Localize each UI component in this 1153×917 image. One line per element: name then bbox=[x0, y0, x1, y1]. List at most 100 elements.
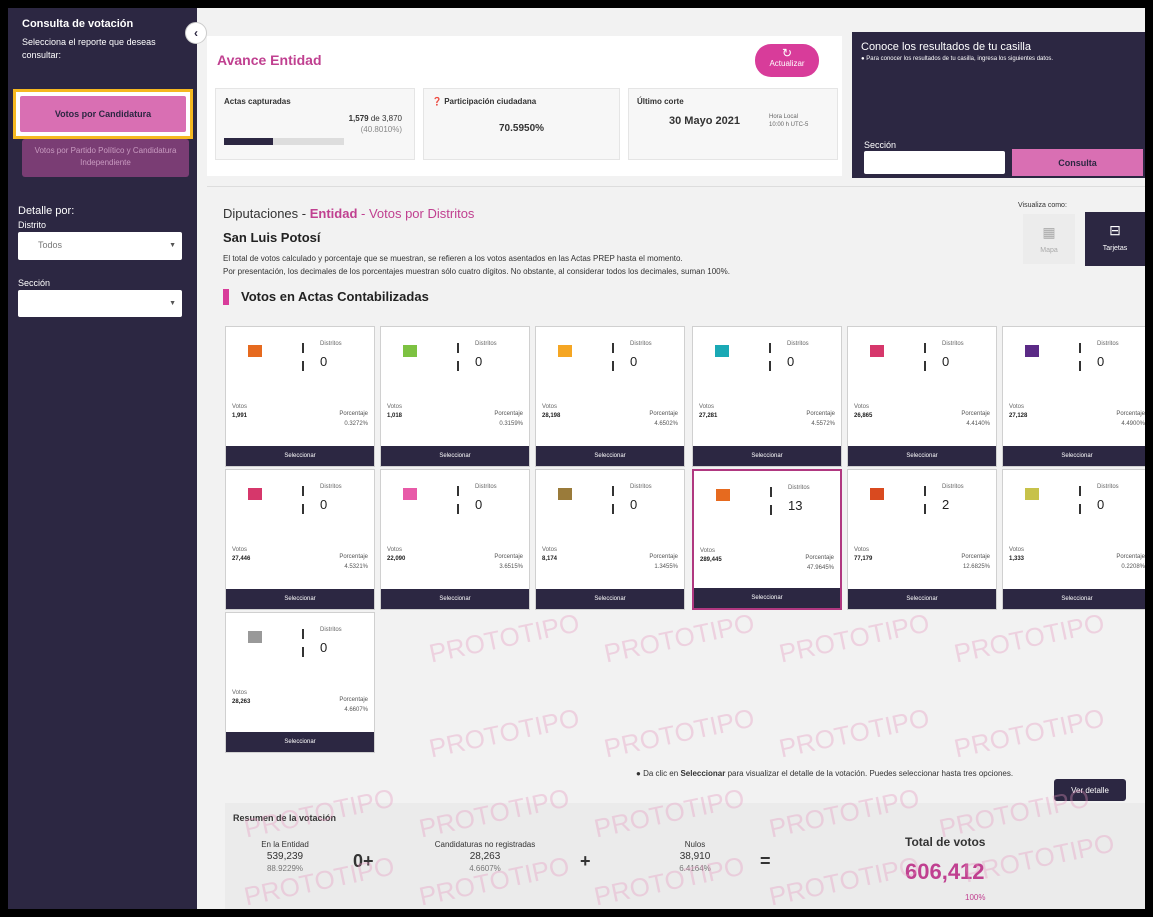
porcentaje-value: 1.3455% bbox=[654, 564, 678, 570]
candidate-card: Distritos 0 Votos 1,991 Porcentaje 0.3272% Sel… bbox=[225, 326, 375, 467]
seccion-select[interactable]: ▼ bbox=[18, 290, 182, 317]
distritos-value: 0 bbox=[942, 354, 950, 369]
total-value: 606,412 bbox=[905, 859, 985, 884]
chevron-left-icon: ‹ bbox=[194, 26, 198, 40]
info-a: Da clic en bbox=[643, 769, 679, 778]
party-logo-icon bbox=[1025, 488, 1039, 500]
votos-label: Votos bbox=[387, 547, 403, 553]
votos-value: 22,090 bbox=[387, 556, 406, 562]
distritos-value: 0 bbox=[1097, 354, 1105, 369]
party-logo-icon bbox=[403, 488, 417, 500]
seleccionar-button[interactable]: Seleccionar bbox=[1003, 589, 1145, 609]
participacion-box: ❓ Participación ciudadana 70.5950% bbox=[423, 88, 620, 160]
distritos-value: 0 bbox=[320, 354, 328, 369]
sidebar: Consulta de votación Selecciona el repor… bbox=[8, 8, 197, 909]
votos-value: 26,865 bbox=[854, 413, 873, 419]
distritos-value: 0 bbox=[630, 354, 638, 369]
ver-detalle-button[interactable]: Ver detalle bbox=[1054, 779, 1126, 801]
visualiza-label: Visualiza como: bbox=[1018, 202, 1067, 209]
votos-label: Votos bbox=[1009, 404, 1025, 410]
votos-value: 28,263 bbox=[232, 699, 251, 705]
corte-tz-1: Hora Local bbox=[769, 114, 799, 120]
participacion-label: ❓ Participación ciudadana bbox=[432, 97, 536, 106]
candidate-card: Distritos 0 Votos 26,865 Porcentaje 4.4140% Se… bbox=[847, 326, 997, 467]
votos-label: Votos bbox=[232, 690, 248, 696]
distrito-select[interactable]: Todos ▼ bbox=[18, 232, 182, 260]
conoce-subtitle-text: Para conocer los resultados de tu casill… bbox=[866, 56, 1054, 62]
divider-bars bbox=[612, 343, 614, 373]
distritos-label: Distritos bbox=[942, 484, 964, 490]
no-reg-pct: 4.6607% bbox=[469, 864, 501, 873]
divider-bars bbox=[770, 487, 772, 517]
candidate-card: Distritos 0 Votos 27,281 Porcentaje 4.5572% Se… bbox=[692, 326, 842, 467]
view-mapa-button[interactable]: ▦ Mapa bbox=[1023, 214, 1075, 264]
resumen-title: Resumen de la votación bbox=[233, 813, 337, 823]
porcentaje-value: 4.5321% bbox=[344, 564, 368, 570]
detalle-por-label: Detalle por: bbox=[18, 205, 75, 217]
seleccionar-button[interactable]: Seleccionar bbox=[226, 732, 374, 752]
watermark-text: PROTOTIPO bbox=[951, 702, 1108, 764]
collapse-sidebar-button[interactable]: ‹ bbox=[185, 22, 207, 44]
total-label: Total de votos bbox=[905, 835, 986, 849]
view-tarjetas-label: Tarjetas bbox=[1102, 245, 1128, 252]
divider-bars bbox=[924, 343, 926, 373]
section-title: Diputaciones - Entidad - Votos por Distr… bbox=[223, 206, 474, 221]
seleccionar-button[interactable]: Seleccionar bbox=[536, 446, 684, 466]
resumen-entidad: En la Entidad 539,239 88.9229% bbox=[255, 839, 315, 875]
seleccionar-button[interactable]: Seleccionar bbox=[1003, 446, 1145, 466]
actas-capturadas-box: Actas capturadas 1,579 de 3,870 (40.8010… bbox=[215, 88, 415, 160]
divider-bars bbox=[302, 343, 304, 373]
distritos-value: 2 bbox=[942, 497, 950, 512]
conoce-title: Conoce los resultados de tu casilla bbox=[861, 41, 1031, 53]
seleccionar-button[interactable]: Seleccionar bbox=[381, 446, 529, 466]
porcentaje-label: Porcentaje bbox=[1116, 554, 1145, 560]
votos-por-candidatura-button[interactable]: Votos por Candidatura bbox=[13, 89, 193, 139]
watermark-text: PROTOTIPO bbox=[426, 607, 583, 669]
chevron-down-icon: ▼ bbox=[169, 242, 176, 249]
party-logo-icon bbox=[870, 488, 884, 500]
votos-por-partido-button[interactable]: Votos por Partido Político y Candidatura… bbox=[22, 139, 189, 177]
nulos-pct: 6.4164% bbox=[679, 864, 711, 873]
distritos-label: Distritos bbox=[788, 485, 810, 491]
distritos-value: 0 bbox=[475, 497, 483, 512]
votos-heading: Votos en Actas Contabilizadas bbox=[223, 289, 429, 305]
seleccionar-button[interactable]: Seleccionar bbox=[226, 589, 374, 609]
watermark-text: PROTOTIPO bbox=[776, 702, 933, 764]
seleccionar-button[interactable]: Seleccionar bbox=[694, 588, 840, 608]
seleccionar-button[interactable]: Seleccionar bbox=[381, 589, 529, 609]
seleccionar-button[interactable]: Seleccionar bbox=[848, 589, 996, 609]
votos-value: 1,018 bbox=[387, 413, 403, 419]
porcentaje-label: Porcentaje bbox=[961, 411, 990, 417]
seleccionar-button[interactable]: Seleccionar bbox=[536, 589, 684, 609]
divider-bars bbox=[302, 629, 304, 659]
distritos-label: Distritos bbox=[475, 484, 497, 490]
votos-label: Votos bbox=[542, 547, 558, 553]
view-tarjetas-button[interactable]: ⊟ Tarjetas bbox=[1085, 212, 1145, 266]
actas-label: Actas capturadas bbox=[224, 97, 291, 106]
no-reg-label: Candidaturas no registradas bbox=[434, 840, 536, 849]
equals-operator: = bbox=[760, 851, 771, 871]
porcentaje-value: 0.3159% bbox=[499, 421, 523, 427]
no-reg-value: 28,263 bbox=[469, 851, 501, 862]
consulta-button[interactable]: Consulta bbox=[1012, 149, 1143, 176]
votos-value: 27,128 bbox=[1009, 413, 1028, 419]
conoce-subtitle: ● Para conocer los resultados de tu casi… bbox=[861, 56, 1053, 62]
app-window: Consulta de votación Selecciona el repor… bbox=[8, 8, 1145, 909]
party-logo-icon bbox=[248, 631, 262, 643]
votos-value: 8,174 bbox=[542, 556, 558, 562]
actas-count: 1,579 bbox=[348, 114, 369, 123]
seleccionar-button[interactable]: Seleccionar bbox=[226, 446, 374, 466]
actualizar-button[interactable]: ↻ Actualizar bbox=[755, 44, 819, 77]
seccion-input[interactable] bbox=[864, 151, 1005, 174]
question-icon: ● bbox=[861, 56, 865, 62]
actas-total: de 3,870 bbox=[370, 114, 402, 123]
votos-value: 27,281 bbox=[699, 413, 718, 419]
distritos-label: Distritos bbox=[630, 341, 652, 347]
seleccionar-button[interactable]: Seleccionar bbox=[848, 446, 996, 466]
seleccionar-button[interactable]: Seleccionar bbox=[693, 446, 841, 466]
distrito-label: Distrito bbox=[18, 220, 47, 230]
candidate-card: Distritos 0 Votos 27,128 Porcentaje 4.4900% Se… bbox=[1002, 326, 1145, 467]
distritos-label: Distritos bbox=[320, 341, 342, 347]
watermark-text: PROTOTIPO bbox=[951, 607, 1108, 669]
candidate-card: Distritos 0 Votos 28,198 Porcentaje 4.6502% Se… bbox=[535, 326, 685, 467]
